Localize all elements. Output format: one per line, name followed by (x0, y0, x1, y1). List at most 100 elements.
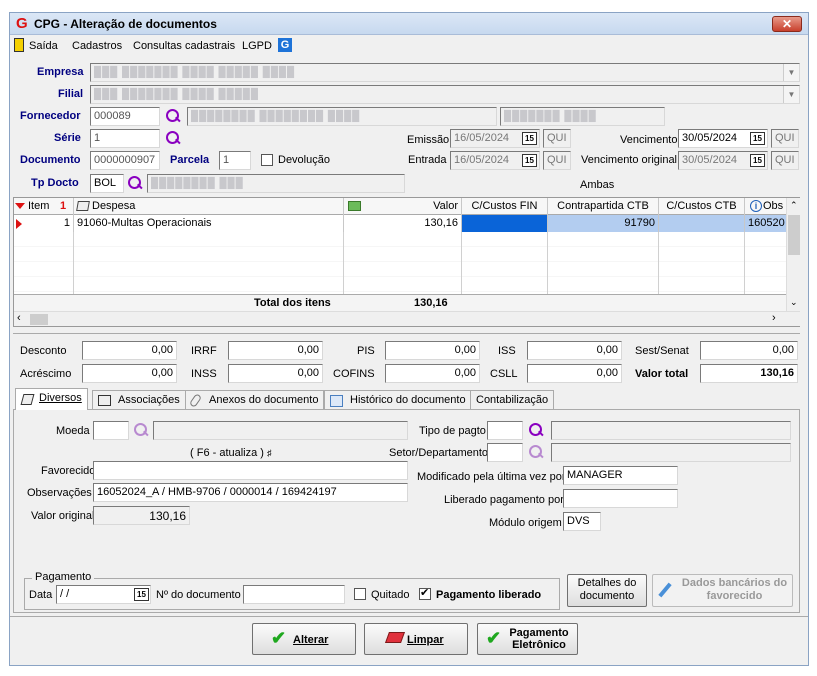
tipo-pagto-desc-field (551, 421, 791, 440)
close-button[interactable]: ✕ (772, 16, 802, 32)
moeda-input[interactable] (93, 421, 129, 440)
pagamento-eletronico-label: Pagamento Eletrônico (509, 627, 569, 651)
grid-line (461, 232, 462, 294)
csll-input[interactable]: 0,00 (527, 364, 622, 383)
alterar-button[interactable]: ✔ Alterar (252, 623, 356, 655)
tab-associacoes[interactable]: Associações (92, 390, 186, 410)
tab-contabilizacao[interactable]: Contabilização (470, 390, 555, 410)
pis-input[interactable]: 0,00 (385, 341, 480, 360)
chevron-down-icon[interactable]: ▼ (783, 64, 799, 81)
vencimento-calendar-icon[interactable]: 15 (750, 132, 765, 145)
menu-consultas[interactable]: Consultas cadastrais (133, 40, 235, 52)
lgpd-logo-icon: G (278, 38, 292, 52)
col-ccfin[interactable]: C/Custos FIN (462, 198, 548, 215)
tab-anexos[interactable]: Anexos do documento (185, 390, 325, 410)
chevron-down-icon[interactable]: ⌄ (790, 297, 798, 308)
dados-bancarios-label: Dados bancários do favorecido (681, 577, 788, 602)
modulo-label: Módulo origem (489, 517, 562, 529)
data-calendar-icon[interactable]: 15 (134, 588, 149, 601)
hscroll-thumb[interactable] (30, 314, 48, 325)
quitado-label: Quitado (371, 589, 410, 601)
chevron-up-icon[interactable]: ⌃ (790, 200, 798, 211)
vscroll-thumb[interactable] (788, 215, 800, 255)
dados-bancarios-button[interactable]: Dados bancários do favorecido (652, 574, 793, 607)
desconto-label: Desconto (20, 345, 67, 357)
tpdocto-input[interactable]: BOL (90, 174, 124, 193)
cofins-input[interactable]: 0,00 (385, 364, 480, 383)
acrescimo-input[interactable]: 0,00 (82, 364, 177, 383)
divider (10, 616, 808, 617)
tipo-pagto-search-icon[interactable] (528, 422, 544, 438)
ndoc-input[interactable] (243, 585, 345, 604)
filial-select[interactable]: ███ ███████ ████ █████ ▼ (90, 85, 800, 104)
moeda-search-icon[interactable] (133, 422, 149, 438)
irrf-input[interactable]: 0,00 (228, 341, 323, 360)
iss-label: ISS (498, 345, 516, 357)
observacoes-input[interactable]: 16052024_A / HMB-9706 / 0000014 / 169424… (93, 483, 408, 502)
col-ccctb[interactable]: C/Custos CTB (659, 198, 745, 215)
devolucao-checkbox[interactable] (261, 154, 273, 166)
history-icon (330, 395, 343, 407)
menu-bar: Saída Cadastros Consultas cadastrais LGP… (10, 36, 808, 55)
fornecedor-search-icon[interactable] (165, 108, 181, 124)
entrada-calendar-icon[interactable]: 15 (522, 154, 537, 167)
col-valor[interactable]: Valor (344, 198, 462, 215)
setor-input[interactable] (487, 443, 523, 462)
venc-original-day: QUI (771, 151, 799, 170)
tab-diversos-label: Diversos (39, 392, 82, 404)
empresa-select[interactable]: ███ ███████ ████ █████ ████ ▼ (90, 63, 800, 82)
chevron-right-icon[interactable]: › (772, 312, 776, 324)
chevron-down-icon[interactable]: ▼ (783, 86, 799, 103)
sort-order-icon: 1 (60, 200, 67, 212)
parcela-input[interactable]: 1 (219, 151, 251, 170)
setor-label: Setor/Departamento (389, 447, 489, 459)
menu-saida[interactable]: Saída (29, 40, 58, 52)
favorecido-input[interactable] (93, 461, 408, 480)
valor-original-field: 130,16 (93, 506, 190, 525)
money-icon (348, 201, 361, 211)
pagamento-eletronico-button[interactable]: ✔ Pagamento Eletrônico (477, 623, 578, 655)
tpdocto-label: Tp Docto (31, 177, 79, 189)
items-grid[interactable]: Item 1 Despesa Valor C/Custos FIN Contra… (13, 197, 800, 327)
iss-input[interactable]: 0,00 (527, 341, 622, 360)
venc-original-calendar-icon[interactable]: 15 (750, 154, 765, 167)
sest-input[interactable]: 0,00 (700, 341, 798, 360)
quitado-checkbox[interactable] (354, 588, 366, 600)
serie-input[interactable]: 1 (90, 129, 160, 148)
tab-associacoes-label: Associações (118, 394, 180, 406)
fornecedor-code-input[interactable]: 000089 (90, 107, 160, 126)
detalhes-documento-button[interactable]: Detalhes do documento (567, 574, 647, 607)
grid-vscrollbar[interactable]: ⌃ ⌄ (786, 198, 800, 311)
keyboard-icon: ♯ (267, 448, 272, 458)
cell-ccfin[interactable] (462, 215, 548, 232)
grid-hscrollbar[interactable]: ‹ › (14, 311, 800, 326)
grid-line (547, 232, 548, 294)
devolucao-label: Devolução (278, 154, 330, 166)
desconto-input[interactable]: 0,00 (82, 341, 177, 360)
tpdocto-search-icon[interactable] (127, 175, 143, 191)
limpar-label: Limpar (407, 634, 444, 646)
chevron-left-icon[interactable]: ‹ (17, 312, 21, 324)
limpar-button[interactable]: Limpar (364, 623, 468, 655)
cell-item: 1 (14, 215, 74, 232)
emissao-calendar-icon[interactable]: 15 (522, 132, 537, 145)
documento-input[interactable]: 0000000907 (90, 151, 160, 170)
setor-search-icon[interactable] (528, 444, 544, 460)
pag-liberado-checkbox[interactable] (419, 586, 431, 600)
cell-despesa: 91060-Multas Operacionais (74, 215, 344, 232)
col-despesa[interactable]: Despesa (74, 198, 344, 215)
table-row[interactable]: 1 91060-Multas Operacionais 130,16 91790… (14, 215, 786, 232)
menu-lgpd[interactable]: LGPD (242, 40, 272, 52)
info-icon: i (750, 200, 762, 212)
menu-cadastros[interactable]: Cadastros (72, 40, 122, 52)
inss-input[interactable]: 0,00 (228, 364, 323, 383)
serie-search-icon[interactable] (165, 130, 181, 146)
parcela-label: Parcela (170, 154, 210, 166)
tab-diversos[interactable]: Diversos (15, 388, 88, 410)
cell-contrapartida: 91790 (548, 215, 659, 232)
entrada-label: Entrada (408, 154, 447, 166)
cell-obs: 160520 (745, 215, 786, 232)
tab-historico[interactable]: Histórico do documento (324, 390, 472, 410)
col-contrapartida[interactable]: Contrapartida CTB (548, 198, 659, 215)
tipo-pagto-input[interactable] (487, 421, 523, 440)
